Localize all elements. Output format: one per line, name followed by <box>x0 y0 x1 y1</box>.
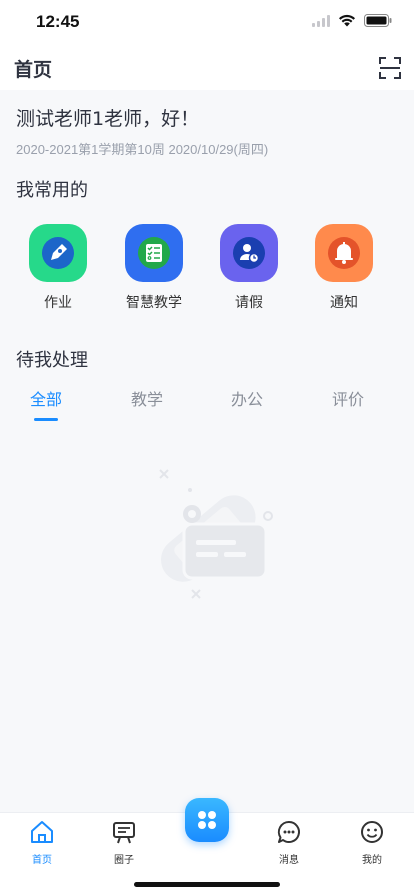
shortcut-notice[interactable]: 通知 <box>304 224 384 312</box>
tabbar-messages[interactable]: 消息 <box>259 819 319 866</box>
battery-icon <box>364 14 392 27</box>
status-time: 12:45 <box>36 12 80 31</box>
status-icons <box>312 14 392 27</box>
tab-indicator <box>34 418 58 421</box>
tabbar-circle[interactable]: 圈子 <box>94 819 154 866</box>
smile-icon <box>361 821 383 843</box>
shortcut-homework[interactable]: 作业 <box>18 224 98 312</box>
empty-state-illustration <box>159 469 273 599</box>
home-indicator <box>134 882 280 887</box>
tab-evaluation[interactable]: 评价 <box>308 386 388 410</box>
tabbar-label: 我的 <box>362 855 382 866</box>
pen-icon <box>29 224 87 282</box>
frequent-section-title: 我常用的 <box>16 180 88 201</box>
chat-icon <box>277 820 300 843</box>
signal-icon <box>312 14 330 27</box>
tabbar-home[interactable]: 首页 <box>12 819 72 866</box>
scan-icon[interactable] <box>376 54 404 82</box>
pending-tabs: 全部 教学 办公 评价 <box>0 386 414 426</box>
home-icon <box>31 821 53 843</box>
tabbar-label: 首页 <box>32 855 52 866</box>
nav-bar: 首页 <box>0 46 414 90</box>
tabbar-mine[interactable]: 我的 <box>342 819 402 866</box>
checklist-icon <box>125 224 183 282</box>
page-title: 首页 <box>14 59 53 81</box>
bell-icon <box>315 224 373 282</box>
shortcut-label: 作业 <box>44 295 72 311</box>
tabbar-label: 圈子 <box>114 855 134 866</box>
tabbar-label: 消息 <box>279 855 299 866</box>
status-bar: 12:45 <box>0 0 414 46</box>
board-icon <box>113 822 135 844</box>
apps-icon <box>198 811 216 829</box>
wifi-icon <box>339 14 355 27</box>
tab-all[interactable]: 全部 <box>6 386 86 421</box>
shortcut-label: 智慧教学 <box>126 295 182 311</box>
user-clock-icon <box>220 224 278 282</box>
tab-teaching[interactable]: 教学 <box>107 386 187 410</box>
shortcut-leave[interactable]: 请假 <box>209 224 289 312</box>
apps-button[interactable] <box>185 798 229 842</box>
shortcut-label: 通知 <box>330 295 358 311</box>
tab-label: 全部 <box>29 390 62 409</box>
pending-section-title: 待我处理 <box>16 350 88 371</box>
shortcut-label: 请假 <box>235 295 263 311</box>
tab-label: 办公 <box>230 390 263 409</box>
tab-label: 评价 <box>331 390 364 409</box>
term-info: 2020-2021第1学期第10周 2020/10/29(周四) <box>16 142 269 157</box>
shortcut-smart-teaching[interactable]: 智慧教学 <box>114 224 194 312</box>
tab-office[interactable]: 办公 <box>207 386 287 410</box>
tab-label: 教学 <box>130 390 163 409</box>
greeting-text: 测试老师1老师，好！ <box>16 108 200 130</box>
